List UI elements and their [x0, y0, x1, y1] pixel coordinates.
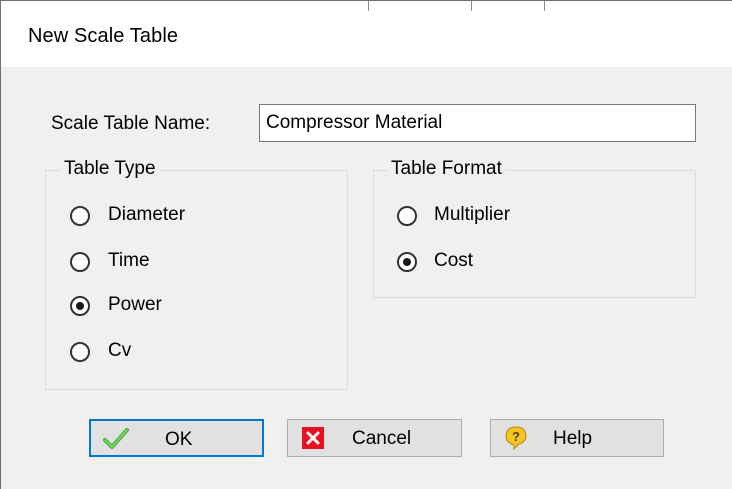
radio-label: Multiplier	[434, 204, 511, 225]
titlebar-tick	[368, 1, 369, 11]
title-bar: New Scale Table	[1, 0, 732, 67]
radio-label: Cv	[108, 340, 132, 361]
scale-table-name-label: Scale Table Name:	[51, 113, 211, 134]
ok-button[interactable]: OK	[89, 419, 264, 457]
cancel-button[interactable]: Cancel	[287, 419, 462, 457]
radio-button[interactable]	[70, 206, 90, 226]
dialog-window: New Scale Table Scale Table Name: Table …	[0, 0, 732, 489]
close-icon	[302, 427, 324, 449]
svg-text:?: ?	[512, 429, 520, 444]
radio-button[interactable]	[397, 206, 417, 226]
ok-label: OK	[165, 429, 193, 450]
radio-label: Power	[108, 294, 162, 315]
radio-button-selected[interactable]	[397, 252, 417, 272]
radio-button[interactable]	[70, 342, 90, 362]
table-type-legend: Table Type	[60, 158, 160, 180]
radio-button-selected[interactable]	[70, 296, 90, 316]
cancel-label: Cancel	[352, 428, 412, 449]
help-icon: ?	[505, 426, 527, 451]
radio-label: Diameter	[108, 204, 186, 225]
table-format-legend: Table Format	[387, 158, 506, 180]
help-label: Help	[553, 428, 593, 449]
check-icon	[103, 428, 129, 449]
radio-label: Cost	[434, 250, 474, 271]
radio-label: Time	[108, 250, 150, 271]
table-type-group	[45, 170, 348, 390]
radio-button[interactable]	[70, 252, 90, 272]
table-format-group	[373, 170, 696, 298]
scale-table-name-input[interactable]	[259, 104, 696, 142]
titlebar-tick	[471, 1, 472, 11]
dialog-title: New Scale Table	[28, 25, 179, 47]
help-button[interactable]: ? Help	[490, 419, 664, 457]
titlebar-tick	[544, 1, 545, 11]
